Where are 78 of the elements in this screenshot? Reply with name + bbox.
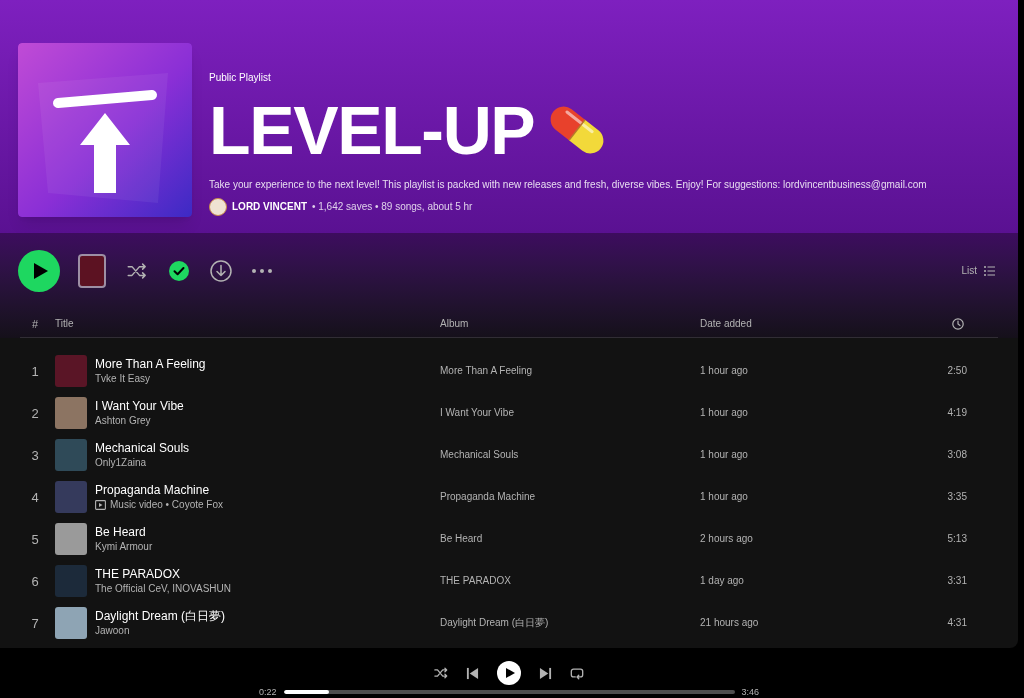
track-title[interactable]: Propaganda Machine: [95, 483, 210, 498]
track-duration: 4:19: [947, 407, 967, 419]
track-album[interactable]: Daylight Dream (白日夢): [440, 617, 549, 629]
track-number: 6: [30, 573, 40, 589]
track-number: 4: [30, 489, 40, 505]
shuffle-icon[interactable]: [434, 666, 448, 680]
track-artist[interactable]: Only1Zaina: [95, 457, 147, 469]
track-duration: 2:50: [947, 365, 967, 377]
track-title[interactable]: Be Heard: [95, 525, 146, 540]
track-number: 7: [30, 615, 40, 631]
date-added: 21 hours ago: [700, 617, 759, 629]
preview-thumbnail[interactable]: [78, 254, 106, 288]
elapsed-time: 0:22: [257, 687, 277, 697]
album-cover-placeholder: [55, 397, 87, 429]
saved-check-icon[interactable]: [169, 261, 189, 281]
track-title[interactable]: More Than A Feeling: [95, 357, 206, 372]
album-cover-placeholder: [55, 565, 87, 597]
previous-track-icon[interactable]: [466, 666, 479, 680]
track-number: 5: [30, 531, 40, 547]
track-artist[interactable]: Music video • Coyote Fox: [110, 499, 223, 511]
track-duration: 4:31: [947, 617, 967, 629]
video-icon: [95, 500, 106, 510]
date-added: 1 hour ago: [700, 407, 748, 419]
track-album[interactable]: Be Heard: [440, 533, 483, 545]
track-title[interactable]: I Want Your Vibe: [95, 399, 184, 414]
column-header-title[interactable]: Title: [55, 317, 435, 330]
date-added: 1 hour ago: [700, 491, 748, 503]
track-album[interactable]: Propaganda Machine: [440, 491, 536, 503]
album-cover-placeholder: [55, 607, 87, 639]
date-added: 1 hour ago: [700, 449, 748, 461]
track-title[interactable]: THE PARADOX: [95, 567, 181, 582]
date-added: 2 hours ago: [700, 533, 753, 545]
album-cover-placeholder: [55, 439, 87, 471]
next-track-icon[interactable]: [539, 666, 552, 680]
list-icon: [984, 266, 995, 276]
total-time: 3:46: [741, 687, 761, 697]
track-number: 2: [30, 405, 40, 421]
date-added: 1 day ago: [700, 575, 744, 587]
track-artist[interactable]: Ashton Grey: [95, 415, 151, 427]
track-title[interactable]: Mechanical Souls: [95, 441, 190, 456]
download-icon[interactable]: [210, 260, 232, 282]
track-album[interactable]: Mechanical Souls: [440, 449, 519, 461]
track-artist[interactable]: Jawoon: [95, 625, 130, 637]
track-album[interactable]: I Want Your Vibe: [440, 407, 514, 419]
track-album[interactable]: More Than A Feeling: [440, 365, 533, 377]
track-title[interactable]: Daylight Dream (白日夢): [95, 609, 226, 624]
clock-icon: [952, 317, 964, 330]
track-duration: 3:35: [947, 491, 967, 503]
track-artist[interactable]: The Official CeV, INOVASHUN: [95, 583, 231, 595]
playlist-type-label: Public Playlist: [209, 72, 271, 84]
playlist-stats: • 1,642 saves • 89 songs, about 5 hr: [312, 201, 473, 213]
track-duration: 5:13: [947, 533, 967, 545]
owner-link[interactable]: LORD VINCENT: [232, 201, 307, 213]
track-number: 1: [30, 363, 40, 379]
playlist-title: LEVEL-UP: [209, 96, 535, 164]
track-number: 3: [30, 447, 40, 463]
progress-track[interactable]: [283, 690, 735, 694]
column-header-number[interactable]: #: [20, 317, 50, 330]
more-options-icon[interactable]: [252, 269, 272, 273]
track-artist[interactable]: Kymi Armour: [95, 541, 153, 553]
column-header-date-added[interactable]: Date added: [700, 317, 922, 330]
date-added: 1 hour ago: [700, 365, 748, 377]
repeat-icon[interactable]: [570, 666, 584, 680]
track-duration: 3:31: [947, 575, 967, 587]
track-album[interactable]: THE PARADOX: [440, 575, 511, 587]
track-duration: 3:08: [947, 449, 967, 461]
playlist-description: Take your experience to the next level! This playlist is packed with new releases and fresh, diverse vibes. Enjoy! For suggestions: lordvincentbusiness@gmail.com: [209, 179, 927, 191]
view-mode-button[interactable]: List: [961, 265, 995, 277]
column-header-album[interactable]: Album: [440, 317, 695, 330]
owner-avatar-icon: [209, 198, 227, 216]
play-button[interactable]: [18, 250, 60, 292]
play-button[interactable]: [497, 661, 521, 685]
album-cover-placeholder: [55, 523, 87, 555]
play-icon: [33, 263, 48, 279]
album-cover-placeholder: [55, 355, 87, 387]
track-artist[interactable]: Tvke It Easy: [95, 373, 150, 385]
shuffle-icon[interactable]: [126, 261, 148, 281]
album-cover-placeholder: [55, 481, 87, 513]
